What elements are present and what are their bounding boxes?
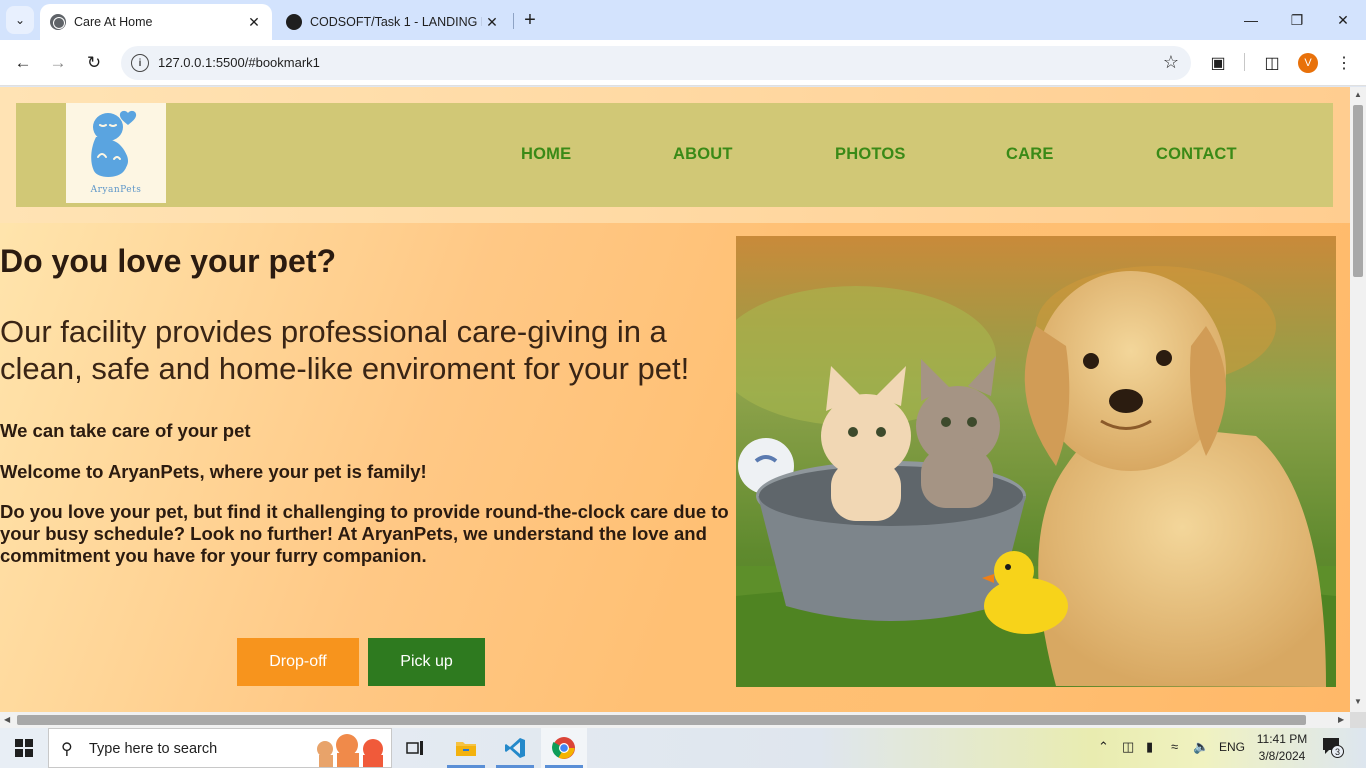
horizontal-scroll-thumb[interactable] <box>17 715 1306 725</box>
horizontal-scrollbar[interactable]: ◀ ▶ <box>0 712 1350 728</box>
page-viewport: AryanPets HOME ABOUT PHOTOS CARE CONTACT… <box>0 87 1350 712</box>
dropoff-button[interactable]: Drop-off <box>237 638 359 686</box>
folder-icon <box>456 742 476 756</box>
close-window-button[interactable]: ✕ <box>1320 0 1366 40</box>
toolbar-divider <box>1244 53 1245 71</box>
extensions-icon[interactable]: ▣ <box>1207 52 1229 74</box>
scroll-right-icon[interactable]: ▶ <box>1338 715 1344 724</box>
browser-toolbar: ← → ↻ i 127.0.0.1:5500/#bookmark1 ☆ ▣ ◫ … <box>0 40 1366 86</box>
file-explorer-app[interactable] <box>443 728 489 768</box>
search-highlight-illustration-icon <box>317 734 383 767</box>
url-text[interactable]: 127.0.0.1:5500/#bookmark1 <box>158 55 320 70</box>
minimize-button[interactable]: — <box>1228 0 1274 40</box>
hero-welcome: Welcome to AryanPets, where your pet is … <box>0 461 427 482</box>
system-clock[interactable]: 11:41 PM 3/8/2024 <box>1250 731 1314 765</box>
profile-avatar[interactable]: V <box>1298 53 1318 73</box>
github-icon <box>286 14 302 30</box>
pets-photo <box>736 236 1336 687</box>
tray-chevron-up-icon[interactable]: ⌃ <box>1098 739 1109 755</box>
hero-pets-image <box>736 236 1336 687</box>
back-button[interactable]: ← <box>8 48 38 78</box>
cat-logo-icon <box>91 110 137 177</box>
taskbar-search[interactable]: ⚲ Type here to search <box>48 728 392 768</box>
hero-subheading: We can take care of your pet <box>0 420 251 441</box>
notification-center-button[interactable]: 3 <box>1322 737 1344 758</box>
menu-kebab-icon[interactable]: ⋮ <box>1333 52 1355 74</box>
new-tab-button[interactable]: + <box>518 8 542 32</box>
wifi-icon[interactable]: ≈ <box>1171 739 1178 754</box>
globe-icon <box>50 14 66 30</box>
nav-photos[interactable]: PHOTOS <box>835 145 906 164</box>
close-tab-icon[interactable]: ✕ <box>482 12 502 32</box>
start-button[interactable] <box>0 728 48 768</box>
pickup-button[interactable]: Pick up <box>368 638 485 686</box>
task-view-icon <box>406 741 423 755</box>
bookmark-star-icon[interactable]: ☆ <box>1163 52 1179 73</box>
vertical-scrollbar[interactable]: ▲ ▼ <box>1350 87 1366 712</box>
scroll-left-icon[interactable]: ◀ <box>4 715 10 724</box>
search-placeholder: Type here to search <box>89 741 218 757</box>
scrollbar-corner <box>1350 712 1366 728</box>
tab-search-button[interactable]: ⌄ <box>6 6 34 34</box>
hero-heading: Do you love your pet? <box>0 243 337 279</box>
tab-github-codsoft[interactable]: CODSOFT/Task 1 - LANDING PA ✕ <box>276 4 510 40</box>
tab-title: Care At Home <box>74 15 153 29</box>
nav-care[interactable]: CARE <box>1006 145 1054 164</box>
chrome-app[interactable] <box>541 728 587 768</box>
nav-contact[interactable]: CONTACT <box>1156 145 1237 164</box>
clock-time: 11:41 PM <box>1256 732 1308 746</box>
volume-icon[interactable]: 🔈 <box>1193 739 1209 755</box>
search-icon: ⚲ <box>61 741 73 758</box>
notification-count-badge: 3 <box>1331 745 1344 758</box>
task-view-button[interactable] <box>392 728 438 768</box>
site-navbar: AryanPets HOME ABOUT PHOTOS CARE CONTACT <box>16 103 1333 207</box>
side-panel-icon[interactable]: ◫ <box>1261 52 1283 74</box>
site-logo[interactable]: AryanPets <box>66 103 166 203</box>
reload-button[interactable]: ↻ <box>79 48 109 78</box>
battery-icon[interactable]: ▮ <box>1146 739 1153 755</box>
vscode-icon <box>505 738 525 758</box>
vertical-scroll-thumb[interactable] <box>1353 105 1363 277</box>
forward-button[interactable]: → <box>43 48 73 78</box>
tab-title: CODSOFT/Task 1 - LANDING PA <box>310 15 482 29</box>
hero-description: Do you love your pet, but find it challe… <box>0 501 729 566</box>
tab-divider <box>513 13 514 29</box>
scroll-down-icon[interactable]: ▼ <box>1354 697 1362 706</box>
restore-button[interactable]: ❐ <box>1274 0 1320 40</box>
tab-care-at-home[interactable]: Care At Home ✕ <box>40 4 272 40</box>
language-indicator[interactable]: ENG <box>1219 740 1245 754</box>
address-bar[interactable]: i 127.0.0.1:5500/#bookmark1 ☆ <box>121 46 1191 80</box>
info-icon[interactable]: i <box>131 54 149 72</box>
hero-lead: Our facility provides professional care-… <box>0 314 690 386</box>
windows-logo-icon <box>15 739 33 757</box>
meet-now-icon[interactable]: ◫ <box>1122 739 1134 755</box>
close-tab-icon[interactable]: ✕ <box>244 12 264 32</box>
scroll-up-icon[interactable]: ▲ <box>1354 90 1362 99</box>
nav-home[interactable]: HOME <box>521 145 571 164</box>
vscode-app[interactable] <box>492 728 538 768</box>
logo-text: AryanPets <box>90 185 142 195</box>
clock-date: 3/8/2024 <box>1258 749 1306 763</box>
chrome-icon <box>552 737 575 759</box>
browser-tab-strip: ⌄ Care At Home ✕ CODSOFT/Task 1 - LANDIN… <box>0 0 1366 40</box>
nav-about[interactable]: ABOUT <box>673 145 733 164</box>
chevron-down-icon: ⌄ <box>14 13 26 27</box>
windows-taskbar: ⚲ Type here to search ⌃ ◫ ▮ ≈ 🔈 ENG 11:4… <box>0 728 1366 768</box>
